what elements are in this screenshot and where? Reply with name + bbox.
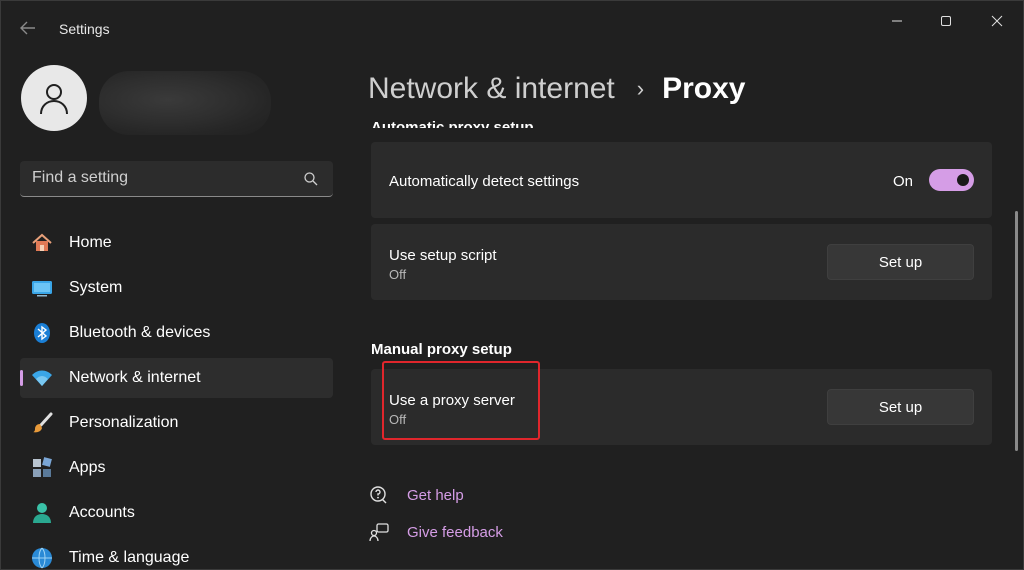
automatic-proxy-heading: Automatic proxy setup (371, 119, 534, 128)
back-arrow-icon (20, 21, 35, 35)
setup-script-button[interactable]: Set up (827, 244, 974, 280)
give-feedback-link[interactable]: Give feedback (368, 521, 503, 543)
get-help-link[interactable]: Get help (368, 484, 464, 506)
toggle-knob (957, 174, 969, 186)
minimize-icon (892, 20, 902, 22)
sidebar-item-label: Bluetooth & devices (69, 324, 211, 341)
manual-proxy-heading: Manual proxy setup (371, 341, 512, 358)
toggle-state-label: On (893, 173, 914, 190)
proxy-server-setup-button[interactable]: Set up (827, 389, 974, 425)
maximize-button[interactable] (930, 11, 962, 31)
page-title: Proxy (662, 72, 746, 105)
auto-detect-title: Automatically detect settings (389, 173, 580, 190)
sidebar-nav: Home System Bluetooth & devices Network … (20, 223, 333, 569)
search-input[interactable] (32, 169, 292, 187)
search-box[interactable] (20, 161, 333, 197)
sidebar-item-label: Network & internet (69, 369, 201, 386)
help-icon (368, 484, 390, 506)
sidebar-item-label: Accounts (69, 504, 135, 521)
scrollbar[interactable] (1015, 211, 1018, 451)
feedback-icon (368, 521, 390, 543)
breadcrumb-parent[interactable]: Network & internet (368, 72, 615, 106)
close-icon (991, 15, 1003, 27)
wifi-icon (31, 367, 53, 389)
sidebar-item-label: Apps (69, 459, 106, 476)
sidebar-item-network[interactable]: Network & internet (20, 358, 333, 398)
back-button[interactable] (17, 19, 39, 39)
sidebar-item-system[interactable]: System (20, 268, 333, 308)
settings-window: Settings Find a setting Home System Blue… (0, 0, 1024, 570)
highlight-annotation-box (382, 361, 540, 440)
search-icon[interactable] (303, 171, 319, 187)
get-help-label[interactable]: Get help (407, 487, 464, 504)
bluetooth-icon (31, 322, 53, 344)
accounts-icon (31, 502, 53, 524)
sidebar-item-label: Personalization (69, 414, 179, 431)
blurred-user-name (99, 71, 271, 135)
home-icon (31, 232, 53, 254)
brush-icon (31, 412, 53, 434)
give-feedback-label[interactable]: Give feedback (407, 524, 503, 541)
maximize-icon (941, 16, 951, 26)
avatar[interactable] (21, 65, 87, 131)
minimize-button[interactable] (881, 11, 913, 31)
breadcrumb: Network & internet › Proxy (368, 67, 746, 111)
active-indicator (20, 370, 23, 386)
breadcrumb-separator: › (636, 76, 645, 101)
sidebar-item-label: System (69, 279, 123, 296)
sidebar-item-personalization[interactable]: Personalization (20, 403, 333, 443)
auto-detect-toggle[interactable] (929, 169, 974, 191)
apps-icon (31, 457, 53, 479)
sidebar-item-label: Time & language (69, 549, 190, 566)
close-button[interactable] (981, 11, 1013, 31)
user-icon (40, 84, 68, 115)
setup-script-title: Use setup script (389, 247, 497, 264)
setup-script-card: Use setup script Off Set up (371, 224, 992, 300)
system-icon (31, 277, 53, 299)
sidebar-item-bluetooth[interactable]: Bluetooth & devices (20, 313, 333, 353)
app-title: Settings (59, 21, 110, 37)
sidebar-item-label: Home (69, 234, 112, 251)
title-bar: Settings (1, 1, 1023, 59)
setup-script-status: Off (389, 267, 407, 282)
auto-detect-card: Automatically detect settings On (371, 142, 992, 218)
sidebar-item-time-language[interactable]: Time & language (20, 538, 333, 569)
globe-icon (31, 547, 53, 569)
sidebar-item-home[interactable]: Home (20, 223, 333, 263)
sidebar-item-apps[interactable]: Apps (20, 448, 333, 488)
sidebar-item-accounts[interactable]: Accounts (20, 493, 333, 533)
